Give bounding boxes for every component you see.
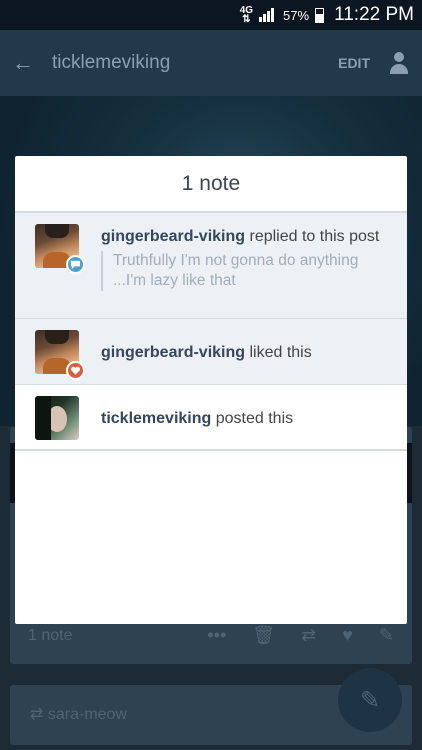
- compose-button[interactable]: ✎: [338, 668, 402, 732]
- post-actions: ••• 🗑 ⇄ ♥ ✎: [207, 625, 394, 646]
- battery-percent: 57%: [283, 7, 310, 23]
- edit-button[interactable]: EDIT: [338, 55, 370, 71]
- delete-icon[interactable]: 🗑: [252, 625, 275, 646]
- reply-badge-icon: [66, 255, 85, 274]
- note-username[interactable]: ticklemeviking: [101, 410, 211, 427]
- note-username[interactable]: gingerbeard-viking: [101, 228, 245, 245]
- note-item-post[interactable]: ticklemeviking posted this: [15, 385, 407, 451]
- note-body: ticklemeviking posted this: [101, 396, 387, 439]
- avatar-container[interactable]: [35, 396, 79, 440]
- note-item-like[interactable]: gingerbeard-viking liked this: [15, 319, 407, 385]
- signal-icon: [259, 8, 277, 22]
- note-text: gingerbeard-viking liked this: [101, 342, 387, 363]
- back-arrow-icon[interactable]: ←: [12, 50, 52, 76]
- note-action: liked this: [249, 344, 312, 361]
- avatar-container[interactable]: [35, 330, 85, 380]
- note-username[interactable]: gingerbeard-viking: [101, 344, 245, 361]
- note-action: posted this: [215, 410, 294, 427]
- account-icon[interactable]: [388, 52, 410, 74]
- blog-title: ticklemeviking: [52, 52, 171, 73]
- pencil-icon: ✎: [359, 686, 381, 714]
- clock: 11:22 PM: [334, 4, 414, 25]
- network-indicator: 4G ⇅: [239, 5, 254, 25]
- note-text: gingerbeard-viking replied to this post: [101, 226, 387, 247]
- note-action: replied to this post: [249, 228, 380, 245]
- note-body: gingerbeard-viking replied to this post …: [101, 224, 387, 308]
- reply-text: Truthfully I'm not gonna do anything ...…: [101, 251, 387, 291]
- app-bar: ← ticklemeviking EDIT: [0, 30, 422, 96]
- avatar[interactable]: [35, 396, 79, 440]
- note-text: ticklemeviking posted this: [101, 408, 387, 429]
- battery-icon: [315, 7, 325, 23]
- heart-badge-icon: [66, 361, 85, 380]
- like-icon[interactable]: ♥: [342, 625, 353, 646]
- notes-dialog: 1 note gingerbeard-viking replied to thi…: [15, 156, 407, 624]
- note-body: gingerbeard-viking liked this: [101, 330, 387, 363]
- note-item-reply[interactable]: gingerbeard-viking replied to this post …: [15, 213, 407, 319]
- edit-post-icon[interactable]: ✎: [379, 625, 394, 646]
- notes-dialog-title: 1 note: [15, 156, 407, 213]
- post-notes-count[interactable]: 1 note: [28, 627, 72, 645]
- status-bar: 4G ⇅ 57% 11:22 PM: [0, 0, 422, 30]
- reblog-icon[interactable]: ⇄: [301, 625, 316, 646]
- avatar-container[interactable]: [35, 224, 85, 274]
- more-icon[interactable]: •••: [207, 625, 226, 646]
- reblog-source[interactable]: ⇄ sara-meow: [30, 704, 127, 724]
